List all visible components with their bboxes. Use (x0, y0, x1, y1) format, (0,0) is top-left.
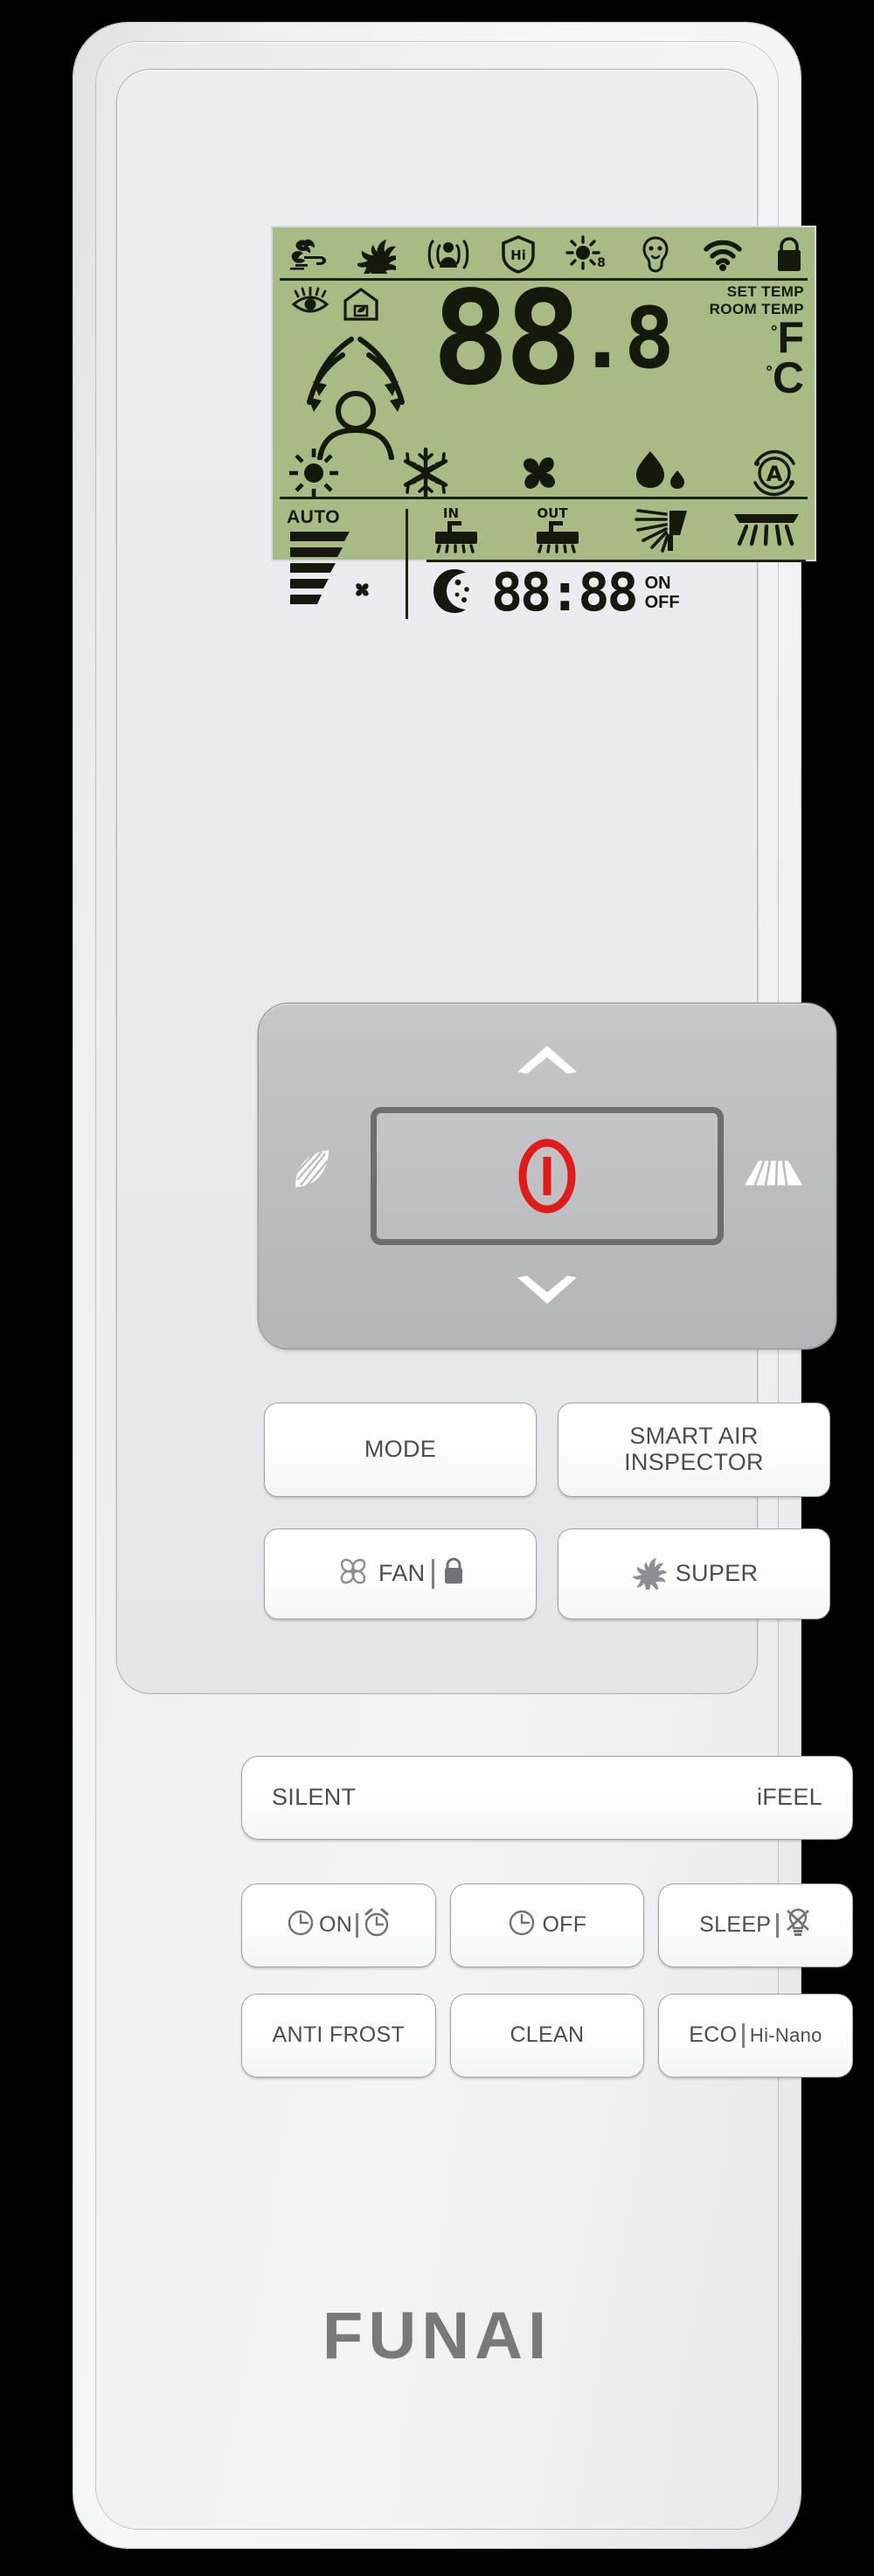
lcd-mode-icon-row: A (287, 446, 802, 504)
silent-ifeel-row: SILENT iFEEL (241, 1756, 853, 1840)
fan-button-label: FAN (378, 1560, 426, 1587)
remote-control-body: Hi 8 88 .8 SET TEMP ROOM TEMP °F °C A AU… (73, 23, 853, 2548)
fan-blade-icon (335, 1554, 371, 1595)
svg-text:8: 8 (597, 256, 606, 270)
timer-off-label: OFF (644, 593, 680, 612)
lock-icon (441, 1556, 466, 1592)
smart-air-inspector-button[interactable]: SMART AIR INSPECTOR (558, 1403, 830, 1497)
horizontal-swing-icon (729, 509, 804, 557)
dry-droplet-icon (626, 446, 689, 505)
temp-up-button[interactable] (513, 1041, 581, 1082)
screenshot-root: Hi 8 88 .8 SET TEMP ROOM TEMP °F °C A AU… (0, 0, 874, 2576)
fan-speed-bars-icon (287, 528, 393, 616)
home-eco-icon (343, 287, 379, 326)
timer-on-button[interactable]: ON (241, 1883, 436, 1967)
fan-lock-button[interactable]: FAN (264, 1528, 537, 1619)
svg-text:OUT: OUT (537, 505, 568, 521)
auto-a-icon: A (746, 446, 802, 505)
eye-ifeel-icon (290, 286, 330, 321)
smart-air-line1: SMART AIR (629, 1423, 759, 1450)
temp-down-button[interactable] (513, 1272, 581, 1313)
turbo-swirl-icon (356, 235, 401, 284)
lcd-timer-row: 88:88 ON OFF (428, 562, 806, 623)
turbo-swirl-icon (630, 1553, 669, 1596)
power-icon (518, 1138, 576, 1214)
timer-on-label: ON (644, 573, 671, 593)
swing-out-icon: OUT (526, 505, 593, 560)
timer-button-row: ON OFF SLEEP (241, 1883, 853, 1967)
button-separator (432, 1559, 434, 1589)
air-quality-face-icon (638, 235, 673, 278)
mode-button-label: MODE (364, 1436, 437, 1463)
silent-label: SILENT (272, 1784, 357, 1811)
lcd-screen: Hi 8 88 .8 SET TEMP ROOM TEMP °F °C A AU… (273, 227, 815, 623)
button-separator (776, 1913, 779, 1938)
ifeel-label: iFEEL (756, 1784, 822, 1811)
silent-ifeel-button[interactable]: SILENT iFEEL (241, 1756, 853, 1840)
timer-off-button[interactable]: OFF (449, 1883, 645, 1967)
sleep-button[interactable]: SLEEP (658, 1883, 853, 1967)
timer-value: 88:88 (491, 562, 639, 623)
remote-inner-face: Hi 8 88 .8 SET TEMP ROOM TEMP °F °C A AU… (96, 42, 853, 2529)
fahrenheit-unit: °F (770, 313, 804, 363)
vertical-swing-button[interactable] (288, 1147, 337, 1206)
lcd-temp-labels: SET TEMP ROOM TEMP °F °C (710, 283, 804, 403)
mode-button[interactable]: MODE (264, 1403, 537, 1497)
smart-air-line2: INSPECTOR (624, 1449, 764, 1475)
fan-blade-icon (510, 446, 568, 505)
timer-on-label: ON (318, 1912, 353, 1938)
extra-button-row: ANTI FROST CLEAN ECO Hi-Nano (241, 1994, 853, 2078)
lcd-bottom-zone: AUTO IN OUT 88:88 ON OFF (273, 505, 815, 623)
clock-icon (507, 1908, 537, 1944)
alarm-clock-icon (362, 1907, 392, 1945)
svg-text:IN: IN (443, 505, 459, 521)
lcd-vertical-divider (406, 509, 408, 619)
hi-nano-label: Hi-Nano (749, 2023, 822, 2046)
dpad-cluster (259, 1004, 836, 1348)
lcd-temperature-readout: 88 .8 (432, 263, 675, 414)
eco-label: ECO (689, 2023, 738, 2048)
anti-frost-label: ANTI FROST (272, 2023, 406, 2048)
svg-text:Hi: Hi (511, 247, 527, 263)
brand-logo: FUNAI (322, 2299, 552, 2373)
horizontal-swing-button[interactable] (741, 1156, 806, 1197)
button-separator (356, 1913, 358, 1938)
wifi-icon (702, 237, 744, 276)
light-off-icon (784, 1907, 812, 1945)
fan-auto-label: AUTO (287, 507, 341, 527)
clean-button[interactable]: CLEAN (449, 1994, 645, 2078)
power-button[interactable] (371, 1107, 724, 1245)
fan-super-button-row: FAN SUPER (264, 1528, 830, 1619)
lcd-display: Hi 8 88 .8 SET TEMP ROOM TEMP °F °C A AU… (273, 227, 815, 623)
vertical-swing-icon (629, 505, 692, 560)
super-button[interactable]: SUPER (558, 1528, 830, 1619)
timer-onoff-labels: ON OFF (645, 574, 680, 613)
person-airflow-icon (281, 327, 430, 464)
heat-sun-icon (287, 446, 341, 505)
sleep-moon-icon (428, 567, 479, 620)
lock-icon (773, 235, 806, 278)
temperature-integer: 88 (432, 263, 582, 414)
super-button-label: SUPER (675, 1560, 759, 1587)
temperature-decimal: .8 (577, 289, 675, 387)
timer-off-label: OFF (542, 1912, 587, 1938)
sleep-label: SLEEP (699, 1912, 772, 1938)
lcd-swing-icon-row: IN OUT (428, 505, 804, 560)
set-temp-label: SET TEMP (726, 283, 804, 300)
cool-snowflake-icon (399, 446, 453, 505)
celsius-unit: °C (766, 353, 804, 403)
lcd-mid-icons (290, 286, 379, 326)
svg-text:A: A (766, 462, 783, 486)
lcd-fan-speed-group: AUTO (287, 507, 393, 616)
eco-hinano-button[interactable]: ECO Hi-Nano (658, 1994, 853, 2078)
air-flow-leaf-icon (285, 237, 329, 276)
swing-in-icon: IN (428, 505, 489, 560)
mode-button-row: MODE SMART AIR INSPECTOR (264, 1403, 830, 1497)
clean-label: CLEAN (510, 2023, 585, 2048)
clock-icon (286, 1908, 316, 1944)
anti-frost-button[interactable]: ANTI FROST (241, 1994, 436, 2078)
button-separator (742, 2023, 745, 2048)
